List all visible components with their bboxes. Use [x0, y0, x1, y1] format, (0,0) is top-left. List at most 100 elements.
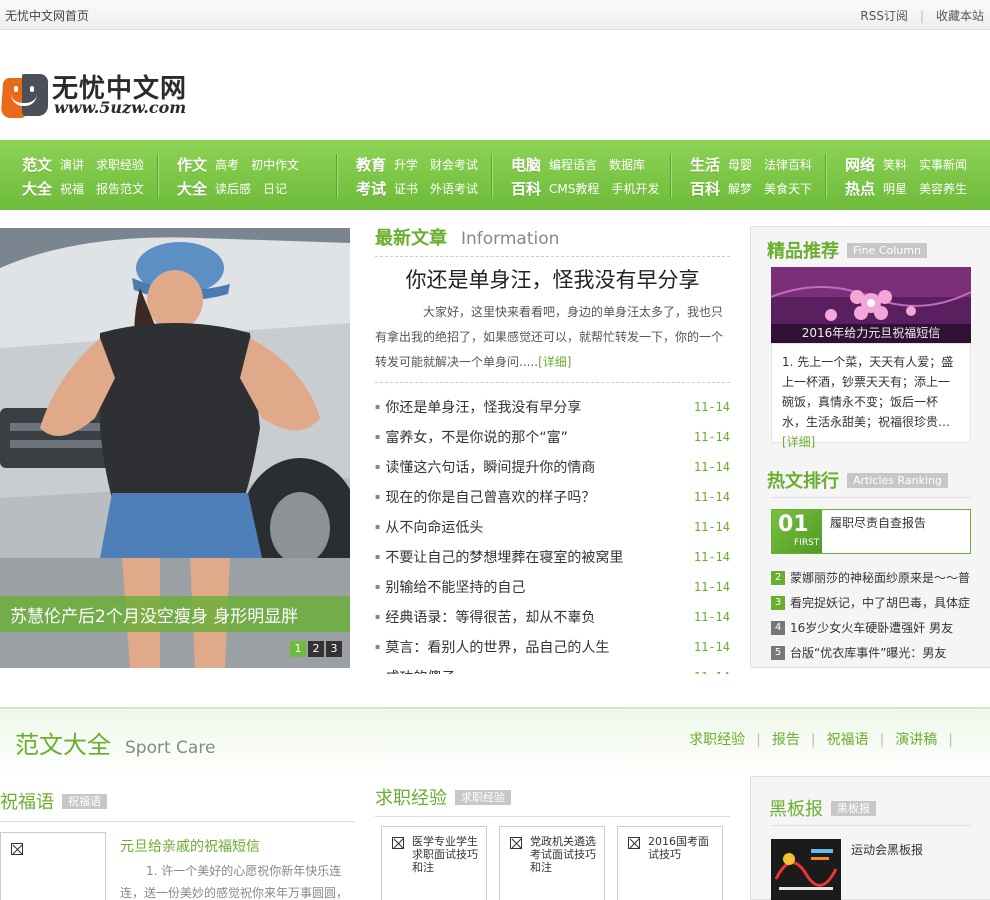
section-link[interactable]: 演讲稿: [895, 732, 937, 748]
latest-header: 最新文章 Information: [375, 224, 730, 250]
hot-article-link[interactable]: 台版“优衣库事件”曝光：男友: [790, 642, 946, 664]
blackboard-item[interactable]: 运动会黑板报: [851, 841, 923, 858]
nav-link[interactable]: 编程语言: [549, 156, 597, 173]
nav-category[interactable]: 生活: [690, 154, 728, 175]
nav-link[interactable]: 母婴: [728, 156, 752, 173]
list-item: 富养女，不是你说的那个“富” 11-14: [375, 422, 730, 452]
article-link[interactable]: 从不向命运低头: [375, 512, 483, 542]
job-card-title: 党政机关遴选考试面试技巧和注: [530, 835, 596, 874]
bookmark-link[interactable]: 收藏本站: [936, 9, 984, 23]
nav-link[interactable]: 升学: [394, 156, 418, 173]
nav-link[interactable]: 外语考试: [430, 180, 478, 197]
nav-category[interactable]: 百科: [511, 178, 549, 199]
article-link[interactable]: 富养女，不是你说的那个“富”: [375, 422, 568, 452]
list-item: 从不向命运低头 11-14: [375, 512, 730, 542]
nav-link[interactable]: 手机开发: [611, 180, 659, 197]
featured-more-link[interactable]: [详细]: [538, 355, 571, 369]
article-date: 11-14: [693, 520, 730, 534]
nav-category[interactable]: 范文: [22, 154, 60, 175]
nav-category[interactable]: 电脑: [511, 154, 549, 175]
blackboard-tag: 黑板报: [831, 800, 876, 816]
blackboard-title: 黑板报: [769, 799, 823, 820]
article-link[interactable]: 成功的傻子: [375, 662, 455, 674]
broken-image-icon: [628, 837, 640, 849]
picks-more-link[interactable]: [详细]: [782, 435, 815, 449]
rank-number: 5: [771, 645, 785, 660]
nav-link[interactable]: 解梦: [728, 180, 752, 197]
picks-image[interactable]: 2016年给力元旦祝福短信: [771, 267, 971, 343]
blessing-item-title[interactable]: 元旦给亲戚的祝福短信: [120, 836, 260, 856]
nav-link[interactable]: 求职经验: [96, 156, 144, 173]
link-separator: |: [948, 732, 953, 748]
hot-article-link[interactable]: 蒙娜丽莎的神秘面纱原来是～～普: [790, 567, 970, 589]
nav-link[interactable]: 报告范文: [96, 180, 144, 197]
nav-link[interactable]: 读后感: [215, 180, 251, 197]
job-tag: 求职经验: [455, 789, 511, 805]
nav-category[interactable]: 热点: [845, 178, 883, 199]
article-link[interactable]: 现在的你是自己曾喜欢的样子吗？: [375, 482, 595, 512]
banner-caption[interactable]: 苏慧伦产后2个月没空瘦身 身形明显胖: [10, 602, 298, 627]
divider: [771, 825, 971, 826]
nav-link[interactable]: 高考: [215, 156, 239, 173]
list-item: 3 看完捉妖记，中了胡巴毒，具体症: [771, 590, 990, 615]
nav-divider: [157, 154, 158, 198]
job-card[interactable]: 党政机关遴选考试面试技巧和注: [499, 826, 605, 900]
nav-link[interactable]: 初中作文: [251, 156, 299, 173]
home-link[interactable]: 无忧中文网首页: [5, 7, 89, 24]
rank-number: 3: [771, 595, 785, 610]
blackboard-thumbnail[interactable]: [771, 839, 841, 900]
list-item: 成功的傻子 11-14: [375, 662, 730, 674]
nav-link[interactable]: 笑料: [883, 156, 907, 173]
nav-divider: [491, 154, 492, 198]
nav-link[interactable]: 日记: [263, 180, 287, 197]
banner-page-button[interactable]: 1: [290, 641, 306, 657]
rss-link[interactable]: RSS订阅: [860, 9, 908, 23]
nav-link[interactable]: 证书: [394, 180, 418, 197]
section-link[interactable]: 祝福语: [827, 732, 869, 748]
nav-category[interactable]: 大全: [177, 178, 215, 199]
section-link[interactable]: 求职经验: [689, 732, 745, 748]
job-card[interactable]: 2016国考面试技巧: [617, 826, 723, 900]
hot-first-item[interactable]: 01 FIRST 履职尽责自查报告: [771, 509, 971, 554]
nav-link[interactable]: 美食天下: [764, 180, 812, 197]
section-link[interactable]: 报告: [772, 732, 800, 748]
nav-link[interactable]: 明星: [883, 180, 907, 197]
article-link[interactable]: 读懂这六句话，瞬间提升你的情商: [375, 452, 595, 482]
nav-category[interactable]: 考试: [356, 178, 394, 199]
blessing-image[interactable]: [0, 832, 106, 900]
nav-link[interactable]: CMS教程: [549, 180, 599, 197]
blessing-section: 祝福语 祝福语 元旦给亲戚的祝福短信 1. 许一个美好的心愿祝你新年快乐连连，送…: [0, 788, 355, 900]
rank-number: 2: [771, 570, 785, 585]
nav-link[interactable]: 美容养生: [919, 180, 967, 197]
latest-subtitle: Information: [461, 229, 560, 249]
job-card[interactable]: 医学专业学生求职面试技巧和注: [381, 826, 487, 900]
banner-page-button[interactable]: 2: [308, 641, 324, 657]
nav-link[interactable]: 法律百科: [764, 156, 812, 173]
article-link[interactable]: 莫言：看别人的世界，品自己的人生: [375, 632, 609, 662]
hot-article-link[interactable]: 16岁少女火车硬卧遭强奸 男友: [790, 617, 953, 639]
article-link[interactable]: 别输给不能坚持的自己: [375, 572, 525, 602]
banner-page-button[interactable]: 3: [326, 641, 342, 657]
article-link[interactable]: 经典语录：等得很苦，却从不辜负: [375, 602, 595, 632]
nav-row: 百科 解梦 美食天下: [690, 176, 824, 200]
nav-category[interactable]: 百科: [690, 178, 728, 199]
nav-link[interactable]: 祝福: [60, 180, 84, 197]
featured-article-title[interactable]: 你还是单身汪，怪我没有早分享: [375, 264, 730, 294]
nav-category[interactable]: 网络: [845, 154, 883, 175]
nav-category[interactable]: 教育: [356, 154, 394, 175]
nav-row: 考试 证书 外语考试: [356, 176, 490, 200]
nav-link[interactable]: 财会考试: [430, 156, 478, 173]
nav-link[interactable]: 演讲: [60, 156, 84, 173]
nav-link[interactable]: 实事新闻: [919, 156, 967, 173]
article-link[interactable]: 你还是单身汪，怪我没有早分享: [375, 392, 581, 422]
link-separator: |: [756, 732, 761, 748]
broken-image-icon: [510, 837, 522, 849]
article-link[interactable]: 不要让自己的梦想埋葬在寝室的被窝里: [375, 542, 623, 572]
site-logo[interactable]: 无忧中文网 www.5uzw.com: [0, 68, 210, 120]
nav-category[interactable]: 作文: [177, 154, 215, 175]
latest-title: 最新文章: [375, 228, 447, 249]
nav-category[interactable]: 大全: [22, 178, 60, 199]
nav-link[interactable]: 数据库: [609, 156, 645, 173]
hot-article-link[interactable]: 看完捉妖记，中了胡巴毒，具体症: [790, 592, 970, 614]
hot-tag: Articles Ranking: [847, 472, 949, 488]
